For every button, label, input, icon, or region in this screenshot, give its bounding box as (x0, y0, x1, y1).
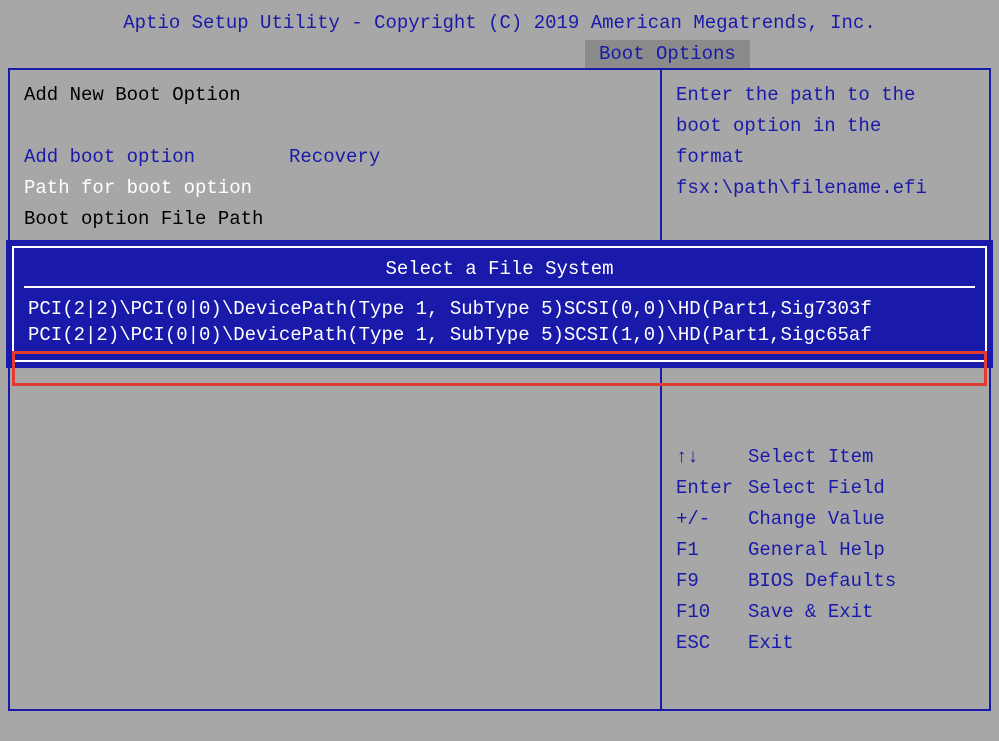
dialog-title: Select a File System (14, 258, 985, 286)
left-pane: Add New Boot Option Add boot option Reco… (10, 70, 660, 709)
add-boot-option-value: Recovery (289, 142, 646, 173)
file-system-dialog: Select a File System PCI(2|2)\PCI(0|0)\D… (6, 240, 993, 368)
key-desc: BIOS Defaults (748, 570, 896, 592)
key-f1: F1 (676, 535, 748, 566)
key-plusminus: +/- (676, 504, 748, 535)
bios-header: Aptio Setup Utility - Copyright (C) 2019… (0, 10, 999, 40)
tab-boot-options[interactable]: Boot Options (585, 40, 750, 68)
help-text: format (676, 142, 975, 173)
page-title: Add New Boot Option (24, 80, 646, 111)
key-desc: Select Item (748, 446, 873, 468)
key-desc: Select Field (748, 477, 885, 499)
key-esc: ESC (676, 628, 748, 659)
file-system-item[interactable]: PCI(2|2)\PCI(0|0)\DevicePath(Type 1, Sub… (14, 296, 985, 322)
help-text: boot option in the (676, 111, 975, 142)
main-frame: Add New Boot Option Add boot option Reco… (8, 68, 991, 711)
file-system-item[interactable]: PCI(2|2)\PCI(0|0)\DevicePath(Type 1, Sub… (14, 322, 985, 348)
help-text: Enter the path to the (676, 80, 975, 111)
add-boot-option-label[interactable]: Add boot option (24, 142, 289, 173)
key-desc: General Help (748, 539, 885, 561)
key-f9: F9 (676, 566, 748, 597)
key-help: ↑↓Select Item EnterSelect Field +/-Chang… (676, 442, 975, 659)
key-desc: Save & Exit (748, 601, 873, 623)
key-desc: Change Value (748, 508, 885, 530)
key-enter: Enter (676, 473, 748, 504)
boot-option-file-path[interactable]: Boot option File Path (24, 204, 646, 235)
key-desc: Exit (748, 632, 794, 654)
help-text: fsx:\path\filename.efi (676, 173, 975, 204)
right-pane: Enter the path to the boot option in the… (660, 70, 989, 709)
key-f10: F10 (676, 597, 748, 628)
key-arrows: ↑↓ (676, 442, 748, 473)
path-for-boot-option[interactable]: Path for boot option (24, 173, 646, 204)
dialog-divider (24, 286, 975, 288)
